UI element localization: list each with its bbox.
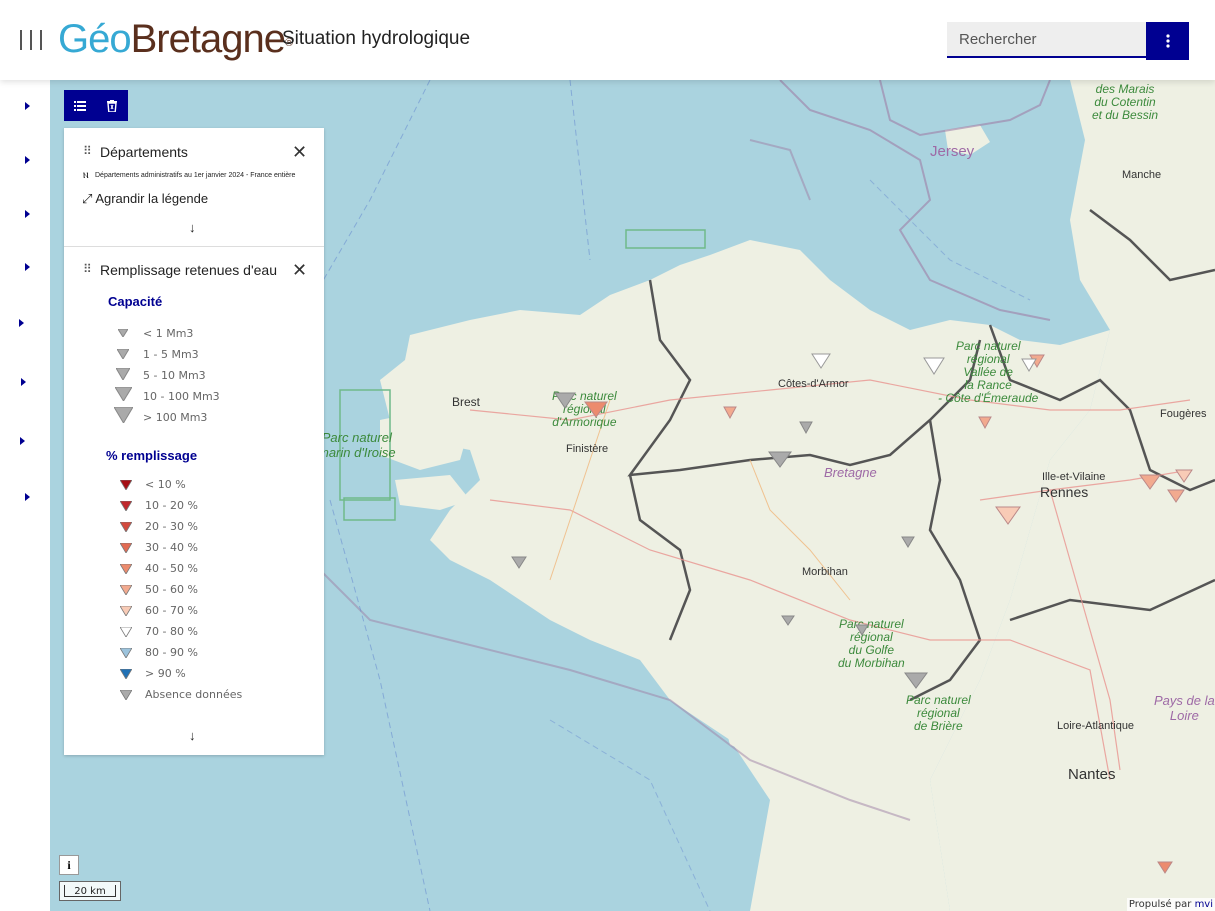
legend-divider	[64, 246, 324, 247]
reservoir-marker	[1167, 489, 1185, 503]
fill-label: < 10 %	[145, 478, 186, 491]
scale-bar: 20 km	[59, 881, 121, 901]
fill-label: 70 - 80 %	[145, 625, 198, 638]
legend-subtitle-departements: Départements administratifs au 1er janvi…	[95, 172, 296, 179]
capacity-heading: Capacité	[108, 294, 163, 309]
legend-title-departements: Départements	[100, 144, 188, 160]
line-style-icon: Ⲛ	[83, 171, 89, 180]
fill-symbol-icon	[120, 480, 132, 490]
fill-symbol-icon	[120, 648, 132, 658]
drag-handle-icon[interactable]: ⠿	[83, 144, 92, 158]
fill-symbol-icon	[120, 543, 132, 553]
fill-symbol-icon	[120, 585, 132, 595]
reservoir-marker	[1157, 861, 1173, 874]
expand-arrow-icon[interactable]	[20, 437, 25, 445]
capacity-symbol-icon	[116, 368, 130, 380]
fill-symbol-icon	[120, 669, 132, 679]
map-toolbar	[64, 90, 128, 121]
reservoir-marker	[904, 672, 928, 689]
reservoir-marker	[995, 506, 1021, 525]
capacity-symbol-icon	[118, 329, 128, 337]
scale-label: 20 km	[64, 885, 116, 897]
fill-label: 40 - 50 %	[145, 562, 198, 575]
fill-label: 20 - 30 %	[145, 520, 198, 533]
reservoir-marker	[923, 357, 945, 375]
reservoir-marker	[901, 536, 915, 548]
expand-arrow-icon[interactable]	[25, 102, 30, 110]
capacity-label: 10 - 100 Mm3	[143, 390, 220, 403]
more-options-button[interactable]	[1146, 22, 1189, 60]
fill-symbol-icon	[120, 501, 132, 511]
expand-arrow-icon[interactable]	[19, 319, 24, 327]
fill-label: 30 - 40 %	[145, 541, 198, 554]
legend-panel: ⠿ Départements ✕ Ⲛ Départements administ…	[64, 128, 324, 755]
list-icon[interactable]	[64, 90, 96, 121]
reservoir-marker	[781, 615, 795, 626]
legend-title-retenues: Remplissage retenues d'eau	[100, 262, 278, 278]
enlarge-legend-link[interactable]: ⤢ Agrandir la légende	[82, 191, 208, 207]
fill-symbol-icon	[120, 606, 132, 616]
fill-label: > 90 %	[145, 667, 186, 680]
info-button[interactable]: i	[59, 855, 79, 875]
fill-symbol-icon	[120, 627, 132, 637]
expand-arrow-icon[interactable]	[25, 156, 30, 164]
arrow-down-icon[interactable]: ↓	[189, 728, 196, 743]
reservoir-marker	[978, 416, 992, 430]
vertical-dots-icon	[1165, 34, 1170, 48]
reservoir-marker	[1021, 358, 1037, 372]
reservoir-marker	[768, 451, 792, 468]
expand-icon: ⤢	[82, 191, 93, 206]
fill-symbol-icon	[120, 522, 132, 532]
capacity-symbol-icon	[114, 407, 133, 423]
expand-arrow-icon[interactable]	[25, 210, 30, 218]
search-input[interactable]	[947, 22, 1146, 58]
expand-arrow-icon[interactable]	[21, 378, 26, 386]
close-icon[interactable]: ✕	[292, 143, 307, 161]
reservoir-marker	[1175, 469, 1193, 483]
reservoir-marker	[511, 556, 527, 569]
drag-handle-icon[interactable]: ⠿	[83, 262, 92, 276]
capacity-symbol-icon	[115, 387, 132, 401]
capacity-label: > 100 Mm3	[143, 411, 208, 424]
fill-heading: % remplissage	[106, 448, 198, 463]
close-icon[interactable]: ✕	[292, 261, 307, 279]
attribution-link[interactable]: mvi	[1195, 899, 1213, 910]
layer-sidebar	[0, 80, 50, 911]
app-header: GéoBretagne® Situation hydrologique	[0, 0, 1215, 80]
fill-label: 60 - 70 %	[145, 604, 198, 617]
reservoir-marker	[554, 392, 576, 409]
expand-arrow-icon[interactable]	[25, 493, 30, 501]
fill-label: 80 - 90 %	[145, 646, 198, 659]
geobretagne-logo[interactable]: GéoBretagne®	[58, 14, 293, 64]
menu-icon[interactable]	[20, 30, 42, 50]
fill-label: Absence données	[145, 688, 243, 701]
trash-icon[interactable]	[96, 90, 128, 121]
capacity-label: < 1 Mm3	[143, 327, 194, 340]
reservoir-marker	[799, 421, 813, 435]
reservoir-marker	[584, 401, 608, 418]
capacity-symbol-icon	[117, 349, 129, 359]
arrow-down-icon[interactable]: ↓	[189, 220, 196, 235]
capacity-label: 5 - 10 Mm3	[143, 369, 206, 382]
expand-arrow-icon[interactable]	[25, 263, 30, 271]
fill-label: 50 - 60 %	[145, 583, 198, 596]
fill-symbol-icon	[120, 690, 132, 700]
capacity-label: 1 - 5 Mm3	[143, 348, 199, 361]
fill-label: 10 - 20 %	[145, 499, 198, 512]
reservoir-marker	[1139, 474, 1161, 490]
fill-symbol-icon	[120, 564, 132, 574]
reservoir-marker	[855, 624, 869, 636]
reservoir-marker	[723, 406, 737, 420]
attribution: Propulsé par mvi	[1126, 898, 1215, 911]
page-title: Situation hydrologique	[282, 28, 471, 49]
reservoir-marker	[811, 353, 831, 369]
